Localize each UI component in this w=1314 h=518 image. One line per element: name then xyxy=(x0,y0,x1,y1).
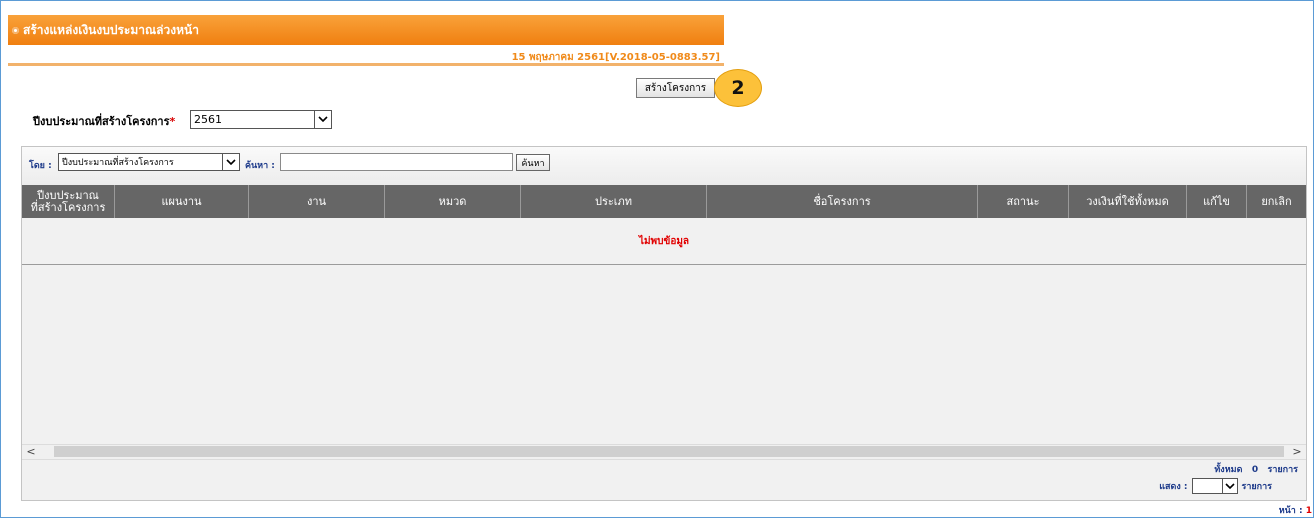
chevron-down-icon[interactable] xyxy=(1221,479,1237,493)
column-header-plan[interactable]: แผนงาน xyxy=(115,185,249,218)
column-header-status[interactable]: สถานะ xyxy=(978,185,1069,218)
total-label: ทั้งหมด xyxy=(1214,465,1243,475)
table-body: ไม่พบข้อมูล xyxy=(22,218,1306,265)
column-header-category[interactable]: หมวด xyxy=(385,185,521,218)
column-header-project-name[interactable]: ชื่อโครงการ xyxy=(707,185,978,218)
horizontal-scrollbar[interactable]: < > xyxy=(22,444,1306,460)
show-label: แสดง : xyxy=(1159,482,1188,492)
scroll-right-icon[interactable]: > xyxy=(1290,445,1304,459)
create-project-button[interactable]: สร้างโครงการ xyxy=(636,78,715,98)
scroll-left-icon[interactable]: < xyxy=(24,445,38,459)
required-star: * xyxy=(169,115,176,128)
page-indicator: หน้า : 1 xyxy=(1279,503,1312,517)
filter-field-value: ปีงบประมาณที่สร้างโครงการ xyxy=(62,158,174,168)
page-size-row: แสดง : รายการ xyxy=(1159,478,1272,494)
column-header-work[interactable]: งาน xyxy=(249,185,385,218)
page-size-select[interactable] xyxy=(1191,478,1238,494)
year-select[interactable]: 2561 xyxy=(190,110,332,129)
column-header-cancel[interactable]: ยกเลิก xyxy=(1247,185,1306,218)
chevron-down-icon[interactable] xyxy=(222,154,239,170)
bullet-icon xyxy=(12,26,19,34)
items-label: รายการ xyxy=(1267,465,1299,475)
search-input[interactable] xyxy=(280,153,513,171)
pager-footer: ทั้งหมด 0 รายการ แสดง : รายการ xyxy=(22,460,1306,500)
column-header-edit[interactable]: แก้ไข xyxy=(1187,185,1247,218)
page-size-value xyxy=(1193,479,1222,493)
grid-panel: โดย : ปีงบประมาณที่สร้างโครงการ ค้นหา : … xyxy=(21,146,1307,501)
total-count: 0 xyxy=(1251,465,1259,475)
year-label-text: ปีงบประมาณที่สร้างโครงการ xyxy=(33,115,170,128)
column-header-year[interactable]: ปีงบประมาณ ที่สร้างโครงการ xyxy=(22,185,115,218)
page-title: สร้างแหล่งเงินงบประมาณล่วงหน้า xyxy=(23,22,199,37)
page-label: หน้า : xyxy=(1278,506,1303,516)
column-header-type[interactable]: ประเภท xyxy=(521,185,707,218)
step-badge: 2 xyxy=(714,69,762,107)
table-header: ปีงบประมาณ ที่สร้างโครงการ แผนงาน งาน หม… xyxy=(22,185,1306,218)
filter-by-label: โดย : xyxy=(29,161,52,171)
page-number[interactable]: 1 xyxy=(1306,506,1312,516)
column-header-total-budget[interactable]: วงเงินที่ใช้ทั้งหมด xyxy=(1069,185,1187,218)
total-count-row: ทั้งหมด 0 รายการ xyxy=(1214,462,1298,476)
version-label: 15 พฤษภาคม 2561[V.2018-05-0883.57] xyxy=(511,52,720,63)
search-label: ค้นหา : xyxy=(245,161,275,171)
filter-field-select[interactable]: ปีงบประมาณที่สร้างโครงการ xyxy=(58,153,240,171)
version-row: 15 พฤษภาคม 2561[V.2018-05-0883.57] xyxy=(8,50,724,66)
scrollbar-thumb[interactable] xyxy=(54,446,1284,457)
page-title-bar: สร้างแหล่งเงินงบประมาณล่วงหน้า xyxy=(8,15,724,45)
chevron-down-icon[interactable] xyxy=(314,111,331,128)
search-button[interactable]: ค้นหา xyxy=(516,154,550,171)
year-label: ปีงบประมาณที่สร้างโครงการ* xyxy=(33,112,175,130)
show-items-label: รายการ xyxy=(1241,482,1273,492)
filter-bar: โดย : ปีงบประมาณที่สร้างโครงการ ค้นหา : … xyxy=(22,147,1306,186)
year-select-value: 2561 xyxy=(194,113,222,126)
no-data-message: ไม่พบข้อมูล xyxy=(638,236,690,247)
